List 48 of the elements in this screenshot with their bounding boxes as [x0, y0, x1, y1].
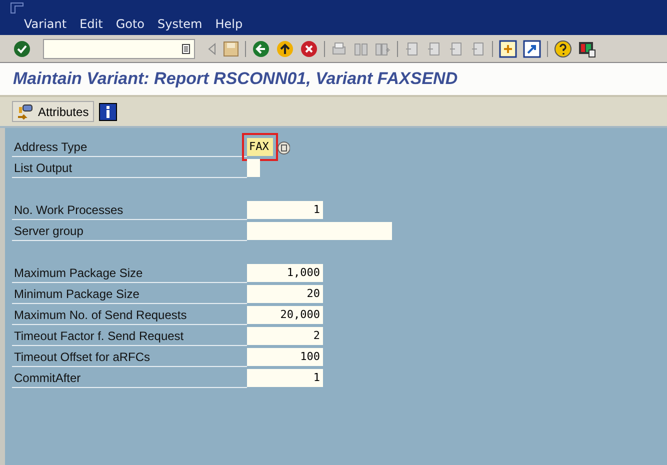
menu-item[interactable]: Edit: [80, 17, 103, 31]
field-label: Maximum Package Size: [12, 264, 247, 283]
cancel-icon[interactable]: [300, 40, 318, 58]
field-label: CommitAfter: [12, 369, 247, 388]
menu-item[interactable]: Goto: [116, 17, 144, 31]
window-menu-icon[interactable]: [10, 2, 24, 14]
field-label: Timeout Offset for aRFCs: [12, 348, 247, 367]
field-label: Server group: [12, 222, 247, 241]
attributes-icon: [17, 104, 33, 120]
info-icon[interactable]: [98, 102, 117, 120]
shortcut-icon[interactable]: [523, 40, 541, 58]
field-label: Maximum No. of Send Requests: [12, 306, 247, 325]
input-field[interactable]: 1: [247, 201, 323, 219]
input-field[interactable]: FAX: [247, 138, 273, 156]
menu-item[interactable]: System: [158, 17, 202, 31]
window-icon[interactable]: [499, 40, 517, 58]
page-icon[interactable]: [448, 40, 464, 56]
back-arrow-icon[interactable]: [207, 42, 217, 56]
menu-item[interactable]: Help: [215, 17, 243, 31]
back-icon[interactable]: [252, 40, 270, 58]
help-icon[interactable]: [554, 40, 572, 58]
input-field[interactable]: 20: [247, 285, 323, 303]
field-label: Timeout Factor f. Send Request: [12, 327, 247, 346]
field-label: List Output: [12, 159, 247, 178]
page-icon[interactable]: [426, 40, 442, 56]
field-label: Minimum Package Size: [12, 285, 247, 304]
input-field[interactable]: [247, 222, 392, 240]
attributes-button[interactable]: Attributes: [12, 101, 94, 122]
input-field[interactable]: [247, 159, 260, 177]
page-icon[interactable]: [470, 40, 486, 56]
input-field[interactable]: 1,000: [247, 264, 323, 282]
page-icon[interactable]: [404, 40, 420, 56]
field-label: No. Work Processes: [12, 201, 247, 220]
input-field[interactable]: 2: [247, 327, 323, 345]
input-field[interactable]: 1: [247, 369, 323, 387]
print-icon[interactable]: [331, 40, 347, 56]
input-field[interactable]: 20,000: [247, 306, 323, 324]
screen-title: Maintain Variant: Report RSCONN01, Variant FAXSEND: [13, 69, 458, 89]
value-help-icon[interactable]: [276, 140, 290, 156]
save-icon[interactable]: [223, 40, 239, 56]
list-icon[interactable]: [182, 44, 190, 54]
layout-icon[interactable]: [578, 40, 596, 58]
menu-item[interactable]: Variant: [24, 17, 67, 31]
up-icon[interactable]: [276, 40, 294, 58]
command-field[interactable]: [43, 38, 195, 58]
input-field[interactable]: 100: [247, 348, 323, 366]
check-icon[interactable]: [13, 40, 31, 58]
field-label: Address Type: [12, 138, 247, 157]
